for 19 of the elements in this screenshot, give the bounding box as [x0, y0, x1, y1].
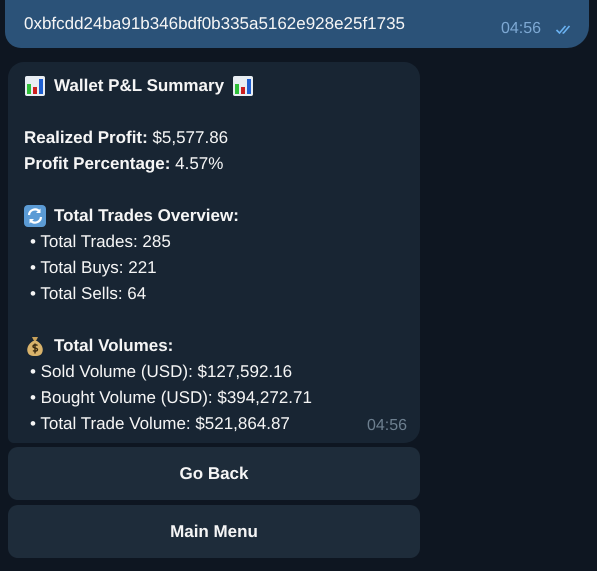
section-heading: Total Volumes: — [54, 335, 174, 357]
refresh-icon — [24, 205, 46, 227]
list-item: • Total Trade Volume: $521,864.87 — [30, 413, 290, 435]
message-time: 04:56 — [366, 416, 407, 436]
message-text: 0xbfcdd24ba91b346bdf0b335a5162e928e25f1735 — [24, 14, 405, 34]
list-item: • Total Trades: 285 — [30, 231, 171, 253]
summary-line: Profit Percentage: 4.57% — [24, 153, 224, 175]
list-item: • Total Buys: 221 — [30, 257, 157, 279]
keyboard-button[interactable]: Go Back — [8, 447, 420, 500]
section-heading: Total Trades Overview: — [54, 205, 239, 227]
list-item: • Total Sells: 64 — [30, 283, 146, 305]
list-item: • Sold Volume (USD): $127,592.16 — [30, 361, 292, 383]
keyboard-button[interactable]: Main Menu — [8, 505, 420, 558]
message-title: Wallet P&L Summary — [54, 75, 224, 97]
message-time: 04:56 — [500, 20, 541, 38]
bar-chart-icon — [232, 75, 254, 97]
list-item: • Bought Volume (USD): $394,272.71 — [30, 387, 312, 409]
summary-line: Realized Profit: $5,577.86 — [24, 127, 230, 149]
bar-chart-icon — [24, 75, 46, 97]
